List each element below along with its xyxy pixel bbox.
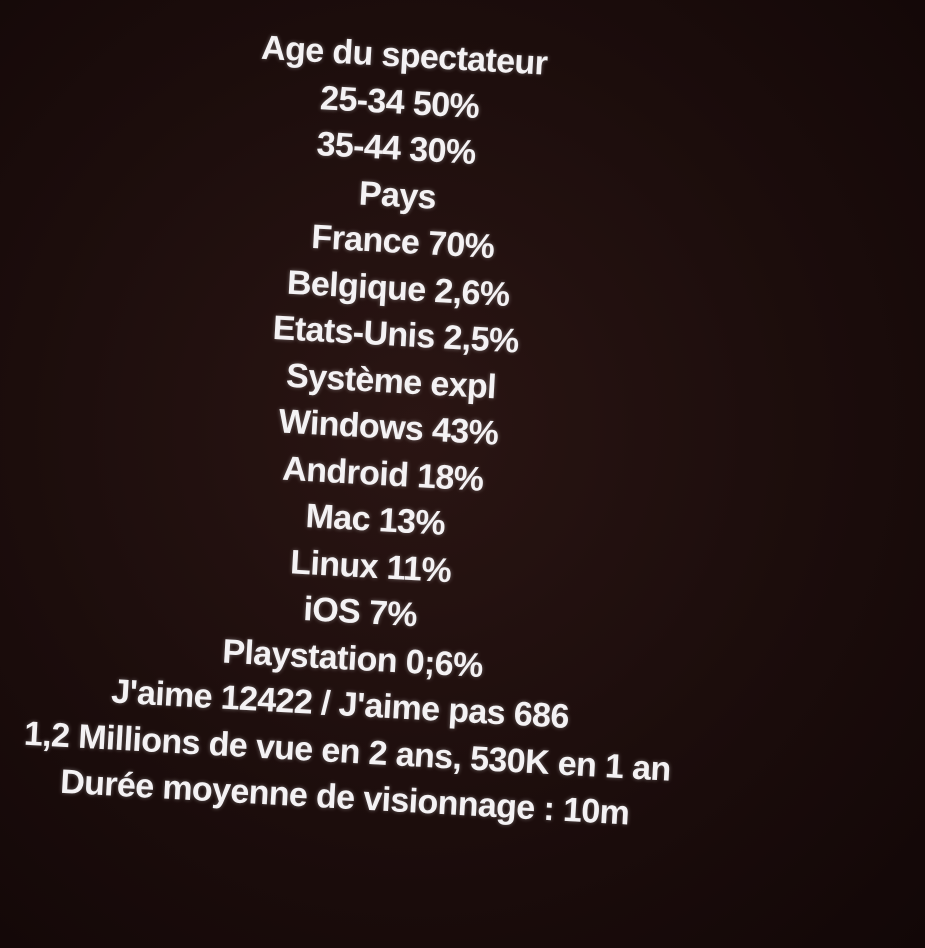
slide-text-block: Age du spectateur 25-34 50% 35-44 30% Pa… <box>0 10 924 851</box>
projected-slide: Age du spectateur 25-34 50% 35-44 30% Pa… <box>0 0 925 948</box>
